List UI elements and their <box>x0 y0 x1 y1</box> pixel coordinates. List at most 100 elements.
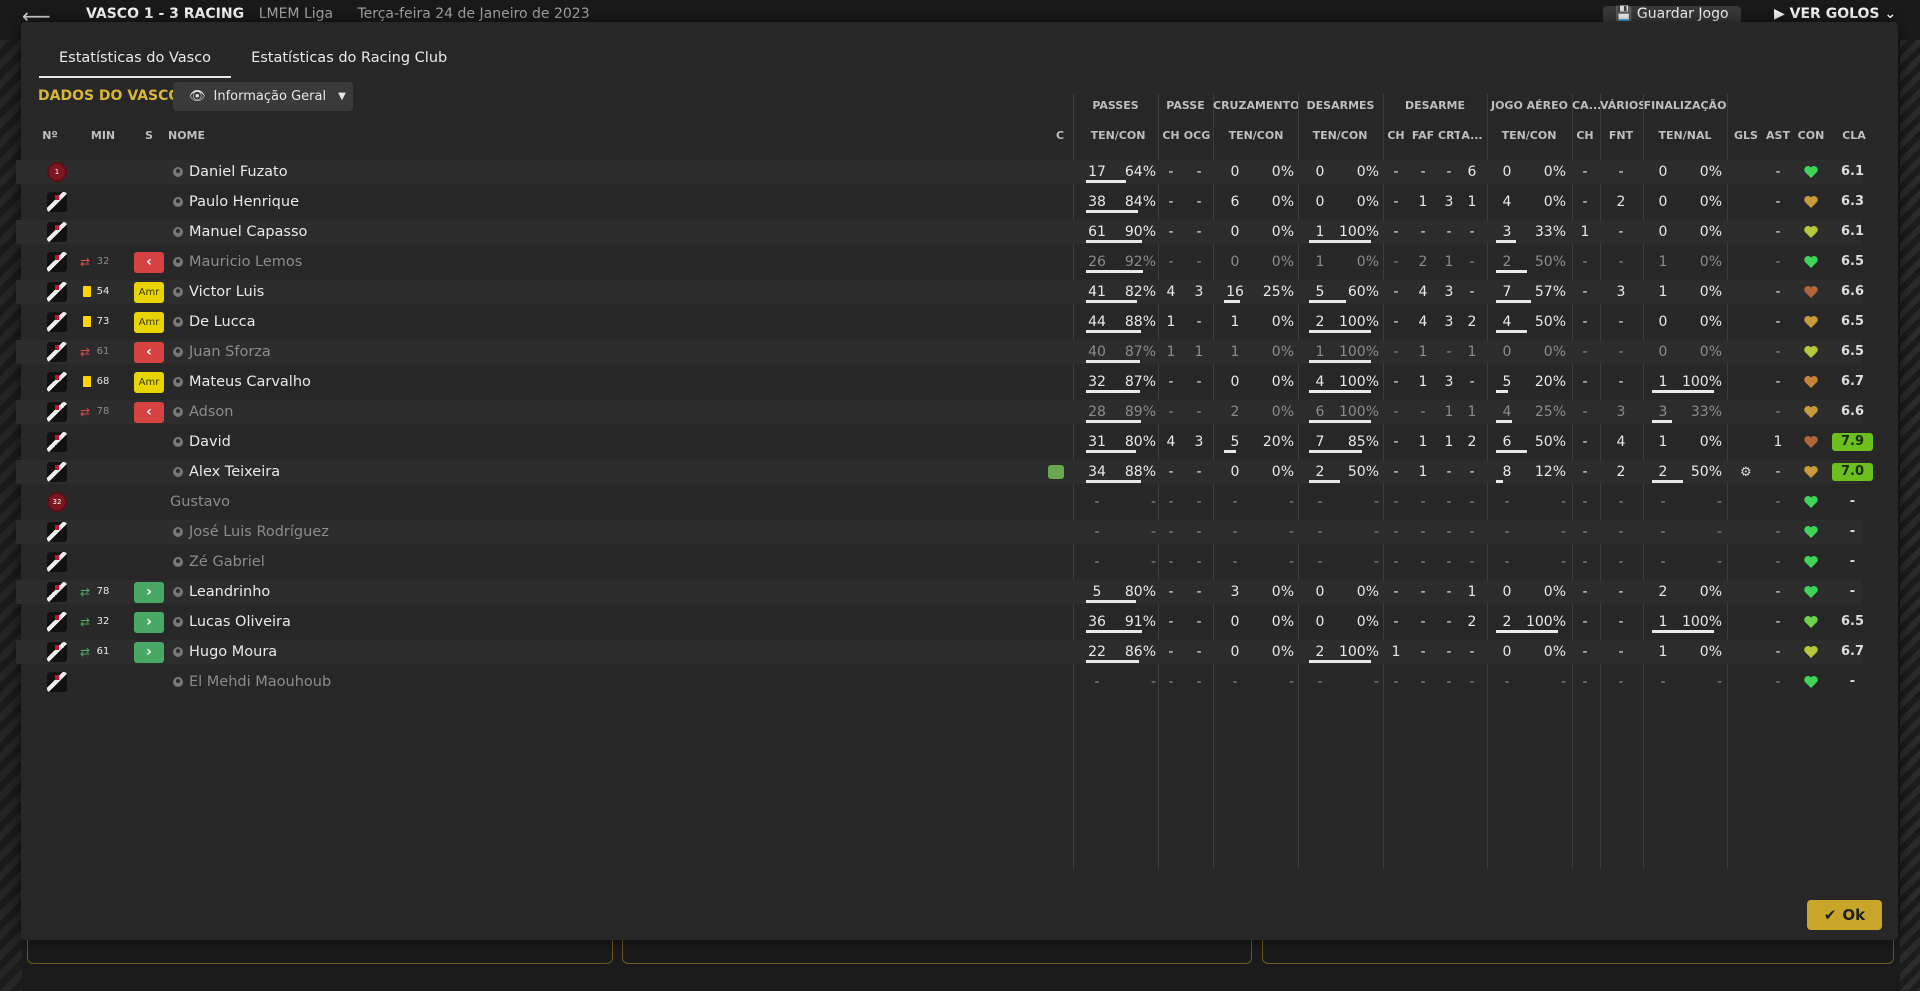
shots-attempts: 0 <box>1658 164 1668 180</box>
player-name[interactable]: Gustavo <box>170 490 490 514</box>
person-icon <box>173 407 183 417</box>
crosses-pct: 25% <box>1262 284 1294 300</box>
column-header[interactable]: CH <box>1385 129 1407 142</box>
player-name[interactable]: Mauricio Lemos <box>173 250 493 274</box>
person-icon <box>173 557 183 567</box>
column-header[interactable]: NOME <box>168 129 288 142</box>
column-header[interactable]: CH <box>1160 129 1182 142</box>
player-name[interactable]: Zé Gabriel <box>173 550 493 574</box>
passes-bar <box>1086 300 1137 303</box>
table-row[interactable]: ⇄ 78 › Leandrinho 5 80% - -3 0% 0 0% - - -1 0 0% - -2 0% - - <box>16 580 1862 604</box>
player-minute: 68 <box>96 376 110 387</box>
tackle-ch: - <box>1393 554 1399 570</box>
column-header[interactable]: TEN/CON <box>1489 129 1569 142</box>
player-name[interactable]: David <box>173 430 493 454</box>
column-header[interactable]: Nº <box>38 129 62 142</box>
player-name[interactable]: El Mehdi Maouhoub <box>173 670 493 694</box>
table-row[interactable]: ⇄ 78 ‹ Adson 28 89% - -2 0% 6 100% - -1 1 4 25% -3 3 33% -6… <box>16 400 1864 424</box>
table-row[interactable]: Alex Teixeira 34 88% - -0 0% 2 50% -1- -8 12% -2 2 50… <box>16 460 1873 484</box>
shots-pct: 0% <box>1699 314 1722 330</box>
player-rating: - <box>1849 524 1856 539</box>
shots-attempts: - <box>1660 524 1666 540</box>
crosses-bar <box>1224 450 1236 453</box>
aerial-pct: 20% <box>1534 374 1566 390</box>
column-header[interactable]: MIN <box>88 129 118 142</box>
tackle-a: 6 <box>1467 164 1477 180</box>
aerial-bar <box>1496 300 1531 303</box>
info-dropdown-value: Informação Geral <box>213 89 327 104</box>
tackles-bar <box>1309 240 1371 243</box>
table-row[interactable]: 73 Amr De Lucca 44 88% 1-1 0% 2 100% -4 3 2 4 50% - -0 0… <box>16 310 1864 334</box>
player-name[interactable]: Alex Teixeira <box>173 460 493 484</box>
table-row[interactable]: Paulo Henrique 38 84% - -6 0% 0 0% -1 3 1 4 0% -2 0 0% -… <box>16 190 1864 214</box>
table-row[interactable]: 32 Gustavo - - - - - - - - - - - - - - - - - - - - <box>16 490 1862 514</box>
player-name[interactable]: Adson <box>173 400 493 424</box>
player-name[interactable]: De Lucca <box>173 310 493 334</box>
table-row[interactable]: Zé Gabriel - - - - - - - - - - - - - - - - - - - - <box>16 550 1862 574</box>
player-name-text: Lucas Oliveira <box>189 614 291 630</box>
column-header[interactable]: CLA <box>1833 129 1875 142</box>
tackle-a: - <box>1469 674 1475 690</box>
table-row[interactable]: ⇄ 61 › Hugo Moura 22 86% - -0 0% 2 100% 1- - -0 0% - -1 0… <box>16 640 1864 664</box>
condition-heart-icon <box>1803 374 1819 390</box>
key-passes-ocg: 3 <box>1194 434 1204 450</box>
table-row[interactable]: 68 Amr Mateus Carvalho 32 87% - -0 0% 4 100% -1 3-5… <box>16 370 1864 394</box>
assists: - <box>1775 524 1781 540</box>
aerial-pct: 0% <box>1543 344 1566 360</box>
player-name[interactable]: Victor Luis <box>173 280 493 304</box>
subbed-off-badge: ‹ <box>134 252 164 273</box>
column-header[interactable]: CRT <box>1438 129 1460 142</box>
team-kit-icon <box>47 462 67 482</box>
player-name[interactable]: Lucas Oliveira <box>173 610 493 634</box>
column-header[interactable]: AST <box>1765 129 1791 142</box>
tackle-ch: - <box>1393 494 1399 510</box>
ca-ch: - <box>1582 644 1588 660</box>
column-header[interactable]: TEN/CON <box>1300 129 1380 142</box>
column-header[interactable]: FNT <box>1602 129 1640 142</box>
column-header[interactable]: GLS <box>1730 129 1762 142</box>
table-row[interactable]: ⇄ 32 ‹ Mauricio Lemos 26 92% - -0 0% 1 0% -2 1-2 50% -… <box>16 250 1864 274</box>
player-name[interactable]: Juan Sforza <box>173 340 493 364</box>
player-name[interactable]: Manuel Capasso <box>173 220 493 244</box>
player-name[interactable]: José Luis Rodríguez <box>173 520 493 544</box>
shots-attempts: 1 <box>1658 644 1668 660</box>
column-header[interactable]: FAF <box>1410 129 1436 142</box>
crosses-pct: - <box>1288 494 1294 510</box>
column-header[interactable]: TEN/CON <box>1216 129 1296 142</box>
column-header[interactable]: TEN/NAL <box>1645 129 1725 142</box>
player-name[interactable]: Paulo Henrique <box>173 190 493 214</box>
player-name-text: Mateus Carvalho <box>189 374 311 390</box>
ok-button[interactable]: ✔ Ok <box>1807 900 1882 930</box>
column-header[interactable]: C <box>1050 129 1070 142</box>
player-name[interactable]: Hugo Moura <box>173 640 493 664</box>
passes-bar <box>1086 450 1136 453</box>
various-fnt: - <box>1618 374 1624 390</box>
player-name[interactable]: Leandrinho <box>173 580 493 604</box>
column-header[interactable]: S <box>142 129 156 142</box>
match-competition: LMEM Liga <box>258 6 334 22</box>
tab-vasco-stats[interactable]: Estatísticas do Vasco <box>39 50 232 78</box>
table-row[interactable]: ⇄ 61 ‹ Juan Sforza 40 87% 1 1 1 0% 1 100% -1-1 0 0% - -0… <box>16 340 1864 364</box>
table-row[interactable]: 54 Amr Victor Luis 41 82% 4 3 16 25% 5 60% -4 3-7 57%… <box>16 280 1864 304</box>
tackle-a: - <box>1469 554 1475 570</box>
column-header[interactable]: OCG <box>1182 129 1212 142</box>
column-header[interactable]: A... <box>1461 129 1483 142</box>
table-row[interactable]: El Mehdi Maouhoub - - - - - - - - - - - - - - - - - - - - <box>16 670 1862 694</box>
table-row[interactable]: ⇄ 32 › Lucas Oliveira 36 91% - -0 0% 0 0% - - -2 2 100%… <box>16 610 1864 634</box>
aerial-bar <box>1496 240 1516 243</box>
key-passes-ocg: - <box>1196 674 1202 690</box>
player-name[interactable]: Daniel Fuzato <box>173 160 493 184</box>
table-row[interactable]: José Luis Rodríguez - - - - - - - - - - - - - - - - - - - - <box>16 520 1862 544</box>
column-header[interactable]: TEN/CON <box>1078 129 1158 142</box>
table-row[interactable]: 1 Daniel Fuzato 17 64% - -0 0% 0 0% - - -6 0 0% - -0 0% -… <box>16 160 1864 184</box>
assists: - <box>1775 164 1781 180</box>
tackle-crt: 3 <box>1444 314 1454 330</box>
shots-pct: - <box>1716 494 1722 510</box>
info-dropdown[interactable]: 👁 Informação Geral ▼ <box>173 82 353 111</box>
column-header[interactable]: CH <box>1574 129 1596 142</box>
player-name[interactable]: Mateus Carvalho <box>173 370 493 394</box>
table-row[interactable]: Manuel Capasso 61 90% - -0 0% 1 100% - - - -3 33% 1-0… <box>16 220 1864 244</box>
table-row[interactable]: David 31 80% 4 3 5 20% 7 85% -1 1 2 6 50% -4 1 0% 1 7.9 <box>16 430 1873 454</box>
tab-racing-stats[interactable]: Estatísticas do Racing Club <box>231 50 467 78</box>
column-header[interactable]: CON <box>1795 129 1827 142</box>
